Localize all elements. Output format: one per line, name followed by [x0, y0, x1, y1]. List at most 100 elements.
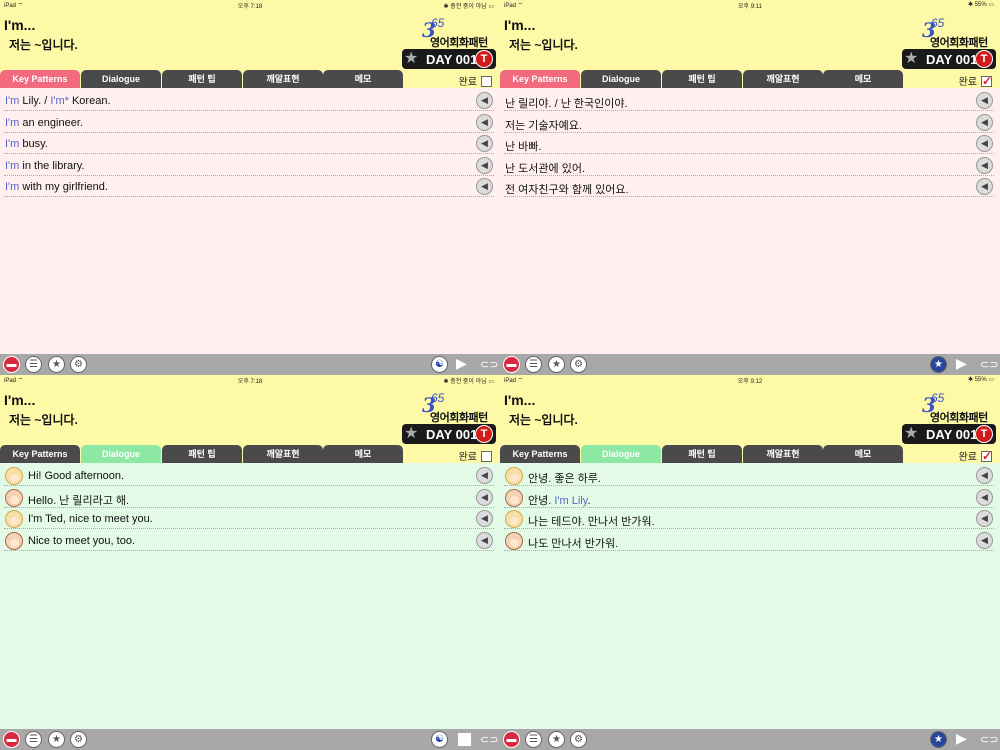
list-icon[interactable]: ☰	[25, 731, 42, 748]
tab-expressions[interactable]: 깨알표현	[243, 445, 323, 463]
speaker-icon[interactable]: ◀	[476, 156, 493, 174]
done-checkbox[interactable]: ✓	[981, 75, 992, 87]
tab-dialogue[interactable]: Dialogue	[81, 70, 161, 88]
star-icon[interactable]: ★	[548, 731, 565, 748]
list-item[interactable]: Nice to meet you, too. ◀	[4, 530, 494, 551]
tab-pattern-tip[interactable]: 패턴 팁	[162, 445, 242, 463]
speaker-icon[interactable]: ◀	[476, 135, 493, 152]
speaker-icon[interactable]: ◀	[476, 467, 493, 484]
tab-expressions[interactable]: 깨알표현	[743, 70, 823, 88]
star-icon[interactable]: ★	[548, 356, 565, 373]
speaker-icon[interactable]: ◀	[476, 488, 493, 506]
list-item[interactable]: 안녕. 좋은 하루. ◀	[504, 465, 994, 486]
tab-key-patterns[interactable]: Key Patterns	[0, 445, 80, 463]
us-flag-icon[interactable]: ★	[930, 356, 947, 373]
speaker-icon[interactable]: ◀	[976, 92, 993, 109]
list-item[interactable]: 난 도서관에 있어. ◀	[504, 155, 994, 176]
list-item[interactable]: Hi! Good afternoon. ◀	[4, 465, 494, 486]
speaker-icon[interactable]: ◀	[976, 178, 993, 195]
tab-dialogue[interactable]: Dialogue	[581, 70, 661, 88]
book-icon[interactable]: ▬	[3, 356, 20, 373]
list-item[interactable]: Hello. 난 릴리라고 해. ◀	[4, 487, 494, 508]
list-item[interactable]: 나도 만나서 반가워. ◀	[504, 530, 994, 551]
tab-key-patterns[interactable]: Key Patterns	[500, 70, 580, 88]
tab-dialogue[interactable]: Dialogue	[81, 445, 161, 463]
speaker-icon[interactable]: ◀	[976, 156, 993, 174]
gear-icon[interactable]: ⚙	[570, 356, 587, 373]
play-all-icon[interactable]: ▶	[956, 730, 967, 747]
test-button[interactable]: T	[975, 50, 993, 68]
list-icon[interactable]: ☰	[525, 356, 542, 373]
korea-flag-icon[interactable]: ☯	[431, 731, 448, 748]
list-item[interactable]: 난 릴리야. / 난 한국인이야. ◀	[504, 90, 994, 111]
list-icon[interactable]: ☰	[525, 731, 542, 748]
list-icon[interactable]: ☰	[25, 356, 42, 373]
gear-icon[interactable]: ⚙	[70, 356, 87, 373]
repeat-link-icon[interactable]: ⊂⊃	[980, 358, 998, 371]
tab-pattern-tip[interactable]: 패턴 팁	[162, 70, 242, 88]
tab-expressions[interactable]: 깨알표현	[743, 445, 823, 463]
speaker-icon[interactable]: ◀	[476, 178, 493, 195]
speaker-icon[interactable]: ◀	[976, 488, 993, 506]
list-item[interactable]: I'm with my girlfriend. ◀	[4, 176, 494, 197]
list-item[interactable]: I'm Lily. / I'm* Korean. ◀	[4, 90, 494, 111]
test-button[interactable]: T	[475, 425, 493, 443]
play-all-icon[interactable]: ▶	[456, 355, 467, 372]
list-item[interactable]: I'm Ted, nice to meet you. ◀	[4, 508, 494, 529]
tab-pattern-tip[interactable]: 패턴 팁	[662, 70, 742, 88]
speaker-icon[interactable]: ◀	[976, 531, 993, 549]
stop-icon[interactable]	[458, 733, 471, 746]
tab-expressions[interactable]: 깨알표현	[243, 70, 323, 88]
gear-icon[interactable]: ⚙	[570, 731, 587, 748]
tab-dialogue[interactable]: Dialogue	[581, 445, 661, 463]
test-button[interactable]: T	[475, 50, 493, 68]
speaker-icon[interactable]: ◀	[976, 113, 993, 131]
list-item[interactable]: I'm an engineer. ◀	[4, 112, 494, 133]
test-button[interactable]: T	[975, 425, 993, 443]
list-item[interactable]: 전 여자친구와 함께 있어요. ◀	[504, 176, 994, 197]
list-item[interactable]: I'm in the library. ◀	[4, 155, 494, 176]
tab-memo[interactable]: 메모	[823, 70, 903, 88]
done-checkbox[interactable]	[481, 75, 492, 87]
list-item[interactable]: 안녕. I'm Lily. ◀	[504, 487, 994, 508]
book-icon[interactable]: ▬	[503, 731, 520, 748]
star-icon[interactable]: ★	[48, 731, 65, 748]
tab-key-patterns[interactable]: Key Patterns	[0, 70, 80, 88]
repeat-link-icon[interactable]: ⊂⊃	[980, 733, 998, 746]
speaker-icon[interactable]: ◀	[476, 92, 493, 109]
done-checkbox[interactable]: ✓	[981, 450, 992, 462]
done-toggle[interactable]: 완료	[459, 448, 492, 463]
us-flag-icon[interactable]: ★	[930, 731, 947, 748]
bookmark-star-icon[interactable]: ★	[404, 50, 418, 67]
book-icon[interactable]: ▬	[3, 731, 20, 748]
repeat-link-icon[interactable]: ⊂⊃	[480, 358, 498, 371]
list-item[interactable]: I'm busy. ◀	[4, 133, 494, 154]
speaker-icon[interactable]: ◀	[476, 113, 493, 131]
play-all-icon[interactable]: ▶	[956, 355, 967, 372]
tab-memo[interactable]: 메모	[323, 445, 403, 463]
speaker-icon[interactable]: ◀	[976, 510, 993, 527]
bookmark-star-icon[interactable]: ★	[404, 425, 418, 442]
speaker-icon[interactable]: ◀	[476, 531, 493, 549]
bookmark-star-icon[interactable]: ★	[904, 50, 918, 67]
tab-key-patterns[interactable]: Key Patterns	[500, 445, 580, 463]
list-item[interactable]: 저는 기술자예요. ◀	[504, 112, 994, 133]
done-checkbox[interactable]	[481, 450, 492, 462]
star-icon[interactable]: ★	[48, 356, 65, 373]
list-item[interactable]: 난 바빠. ◀	[504, 133, 994, 154]
book-icon[interactable]: ▬	[503, 356, 520, 373]
tab-memo[interactable]: 메모	[823, 445, 903, 463]
repeat-link-icon[interactable]: ⊂⊃	[480, 733, 498, 746]
speaker-icon[interactable]: ◀	[976, 135, 993, 152]
tab-pattern-tip[interactable]: 패턴 팁	[662, 445, 742, 463]
speaker-icon[interactable]: ◀	[976, 467, 993, 484]
list-item[interactable]: 나는 테드야. 만나서 반가워. ◀	[504, 508, 994, 529]
speaker-icon[interactable]: ◀	[476, 510, 493, 527]
done-toggle[interactable]: 완료	[459, 73, 492, 88]
done-toggle[interactable]: 완료 ✓	[959, 448, 992, 463]
tab-memo[interactable]: 메모	[323, 70, 403, 88]
done-toggle[interactable]: 완료 ✓	[959, 73, 992, 88]
korea-flag-icon[interactable]: ☯	[431, 356, 448, 373]
gear-icon[interactable]: ⚙	[70, 731, 87, 748]
bookmark-star-icon[interactable]: ★	[904, 425, 918, 442]
